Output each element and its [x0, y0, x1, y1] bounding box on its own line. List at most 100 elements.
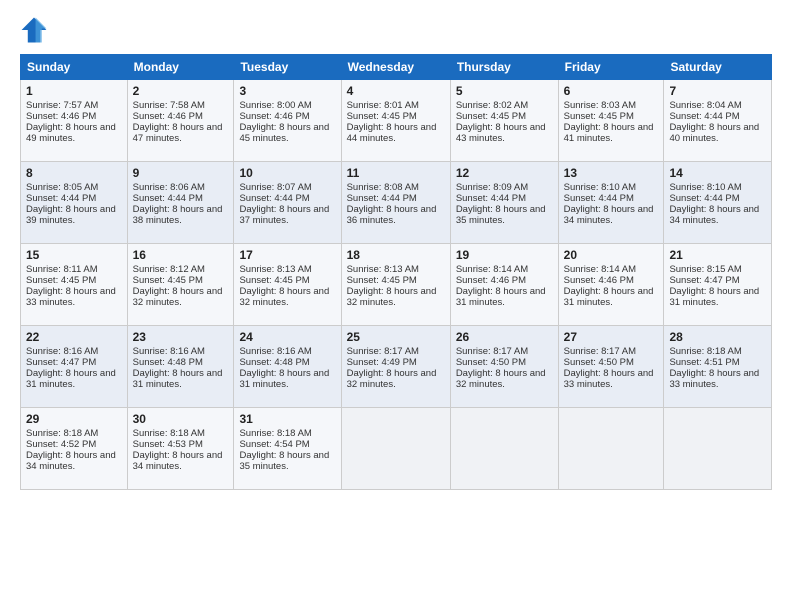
- column-header-tuesday: Tuesday: [234, 55, 341, 80]
- sunrise-time: Sunrise: 8:17 AM: [456, 346, 528, 357]
- sunset-time: Sunset: 4:45 PM: [456, 111, 526, 122]
- calendar-cell: 15 Sunrise: 8:11 AM Sunset: 4:45 PM Dayl…: [21, 244, 128, 326]
- sunrise-time: Sunrise: 8:16 AM: [239, 346, 311, 357]
- column-header-saturday: Saturday: [664, 55, 772, 80]
- sunrise-time: Sunrise: 8:06 AM: [133, 182, 205, 193]
- sunrise-time: Sunrise: 8:10 AM: [669, 182, 741, 193]
- sunrise-time: Sunrise: 8:11 AM: [26, 264, 98, 275]
- sunrise-time: Sunrise: 8:10 AM: [564, 182, 636, 193]
- calendar-table: SundayMondayTuesdayWednesdayThursdayFrid…: [20, 54, 772, 490]
- sunset-time: Sunset: 4:48 PM: [133, 357, 203, 368]
- daylight-hours: Daylight: 8 hours and 47 minutes.: [133, 122, 223, 144]
- sunset-time: Sunset: 4:46 PM: [26, 111, 96, 122]
- sunset-time: Sunset: 4:50 PM: [564, 357, 634, 368]
- daylight-hours: Daylight: 8 hours and 31 minutes.: [669, 286, 759, 308]
- calendar-week-5: 29 Sunrise: 8:18 AM Sunset: 4:52 PM Dayl…: [21, 408, 772, 490]
- calendar-cell: 25 Sunrise: 8:17 AM Sunset: 4:49 PM Dayl…: [341, 326, 450, 408]
- calendar-cell: [558, 408, 664, 490]
- sunrise-time: Sunrise: 8:18 AM: [239, 428, 311, 439]
- calendar-header-row: SundayMondayTuesdayWednesdayThursdayFrid…: [21, 55, 772, 80]
- header: [20, 16, 772, 44]
- calendar-cell: 20 Sunrise: 8:14 AM Sunset: 4:46 PM Dayl…: [558, 244, 664, 326]
- daylight-hours: Daylight: 8 hours and 32 minutes.: [239, 286, 329, 308]
- sunset-time: Sunset: 4:52 PM: [26, 439, 96, 450]
- sunrise-time: Sunrise: 8:13 AM: [347, 264, 419, 275]
- calendar-cell: [450, 408, 558, 490]
- daylight-hours: Daylight: 8 hours and 36 minutes.: [347, 204, 437, 226]
- daylight-hours: Daylight: 8 hours and 44 minutes.: [347, 122, 437, 144]
- calendar-cell: 2 Sunrise: 7:58 AM Sunset: 4:46 PM Dayli…: [127, 80, 234, 162]
- day-number: 3: [239, 84, 335, 98]
- sunset-time: Sunset: 4:45 PM: [347, 111, 417, 122]
- sunset-time: Sunset: 4:50 PM: [456, 357, 526, 368]
- sunrise-time: Sunrise: 8:05 AM: [26, 182, 98, 193]
- calendar-cell: 19 Sunrise: 8:14 AM Sunset: 4:46 PM Dayl…: [450, 244, 558, 326]
- daylight-hours: Daylight: 8 hours and 32 minutes.: [133, 286, 223, 308]
- sunset-time: Sunset: 4:45 PM: [239, 275, 309, 286]
- day-number: 24: [239, 330, 335, 344]
- day-number: 28: [669, 330, 766, 344]
- sunset-time: Sunset: 4:53 PM: [133, 439, 203, 450]
- day-number: 12: [456, 166, 553, 180]
- sunset-time: Sunset: 4:44 PM: [669, 193, 739, 204]
- column-header-thursday: Thursday: [450, 55, 558, 80]
- calendar-cell: 29 Sunrise: 8:18 AM Sunset: 4:52 PM Dayl…: [21, 408, 128, 490]
- day-number: 8: [26, 166, 122, 180]
- sunset-time: Sunset: 4:45 PM: [133, 275, 203, 286]
- daylight-hours: Daylight: 8 hours and 41 minutes.: [564, 122, 654, 144]
- day-number: 14: [669, 166, 766, 180]
- sunset-time: Sunset: 4:44 PM: [669, 111, 739, 122]
- daylight-hours: Daylight: 8 hours and 39 minutes.: [26, 204, 116, 226]
- sunrise-time: Sunrise: 8:18 AM: [26, 428, 98, 439]
- calendar-cell: 13 Sunrise: 8:10 AM Sunset: 4:44 PM Dayl…: [558, 162, 664, 244]
- sunrise-time: Sunrise: 8:17 AM: [564, 346, 636, 357]
- calendar-cell: 11 Sunrise: 8:08 AM Sunset: 4:44 PM Dayl…: [341, 162, 450, 244]
- day-number: 21: [669, 248, 766, 262]
- calendar-cell: 17 Sunrise: 8:13 AM Sunset: 4:45 PM Dayl…: [234, 244, 341, 326]
- calendar-cell: 5 Sunrise: 8:02 AM Sunset: 4:45 PM Dayli…: [450, 80, 558, 162]
- calendar-cell: 24 Sunrise: 8:16 AM Sunset: 4:48 PM Dayl…: [234, 326, 341, 408]
- sunset-time: Sunset: 4:49 PM: [347, 357, 417, 368]
- day-number: 25: [347, 330, 445, 344]
- calendar-cell: 6 Sunrise: 8:03 AM Sunset: 4:45 PM Dayli…: [558, 80, 664, 162]
- sunrise-time: Sunrise: 8:15 AM: [669, 264, 741, 275]
- sunrise-time: Sunrise: 8:12 AM: [133, 264, 205, 275]
- sunset-time: Sunset: 4:47 PM: [26, 357, 96, 368]
- sunset-time: Sunset: 4:51 PM: [669, 357, 739, 368]
- calendar-cell: 1 Sunrise: 7:57 AM Sunset: 4:46 PM Dayli…: [21, 80, 128, 162]
- day-number: 15: [26, 248, 122, 262]
- calendar-week-1: 1 Sunrise: 7:57 AM Sunset: 4:46 PM Dayli…: [21, 80, 772, 162]
- daylight-hours: Daylight: 8 hours and 34 minutes.: [133, 450, 223, 472]
- calendar-cell: 27 Sunrise: 8:17 AM Sunset: 4:50 PM Dayl…: [558, 326, 664, 408]
- sunset-time: Sunset: 4:46 PM: [564, 275, 634, 286]
- daylight-hours: Daylight: 8 hours and 49 minutes.: [26, 122, 116, 144]
- sunrise-time: Sunrise: 8:00 AM: [239, 100, 311, 111]
- day-number: 13: [564, 166, 659, 180]
- daylight-hours: Daylight: 8 hours and 34 minutes.: [564, 204, 654, 226]
- sunrise-time: Sunrise: 8:13 AM: [239, 264, 311, 275]
- daylight-hours: Daylight: 8 hours and 38 minutes.: [133, 204, 223, 226]
- day-number: 18: [347, 248, 445, 262]
- sunset-time: Sunset: 4:44 PM: [239, 193, 309, 204]
- calendar-cell: 30 Sunrise: 8:18 AM Sunset: 4:53 PM Dayl…: [127, 408, 234, 490]
- day-number: 23: [133, 330, 229, 344]
- daylight-hours: Daylight: 8 hours and 43 minutes.: [456, 122, 546, 144]
- day-number: 22: [26, 330, 122, 344]
- calendar-cell: 23 Sunrise: 8:16 AM Sunset: 4:48 PM Dayl…: [127, 326, 234, 408]
- sunrise-time: Sunrise: 8:17 AM: [347, 346, 419, 357]
- sunrise-time: Sunrise: 8:07 AM: [239, 182, 311, 193]
- sunrise-time: Sunrise: 8:18 AM: [133, 428, 205, 439]
- sunset-time: Sunset: 4:48 PM: [239, 357, 309, 368]
- calendar-cell: 18 Sunrise: 8:13 AM Sunset: 4:45 PM Dayl…: [341, 244, 450, 326]
- day-number: 19: [456, 248, 553, 262]
- day-number: 29: [26, 412, 122, 426]
- page: SundayMondayTuesdayWednesdayThursdayFrid…: [0, 0, 792, 612]
- calendar-week-4: 22 Sunrise: 8:16 AM Sunset: 4:47 PM Dayl…: [21, 326, 772, 408]
- sunrise-time: Sunrise: 8:08 AM: [347, 182, 419, 193]
- daylight-hours: Daylight: 8 hours and 32 minutes.: [347, 368, 437, 390]
- logo: [20, 16, 52, 44]
- sunset-time: Sunset: 4:44 PM: [347, 193, 417, 204]
- sunset-time: Sunset: 4:46 PM: [239, 111, 309, 122]
- sunrise-time: Sunrise: 8:16 AM: [133, 346, 205, 357]
- day-number: 9: [133, 166, 229, 180]
